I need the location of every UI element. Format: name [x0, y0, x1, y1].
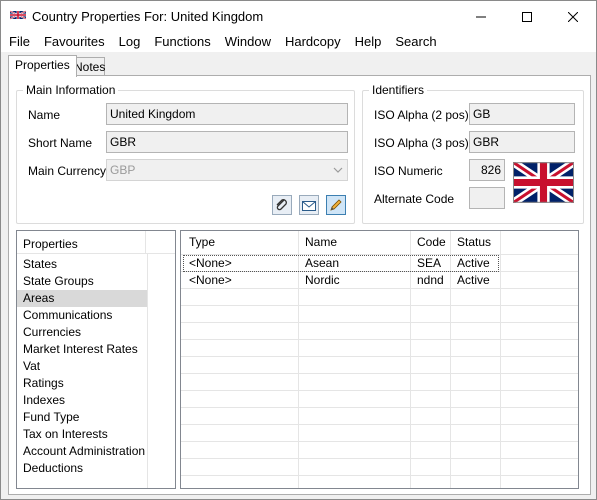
property-item-market-interest-rates[interactable]: Market Interest Rates: [17, 341, 147, 358]
main-information-group: Main Information Name United Kingdom Sho…: [16, 83, 355, 224]
row-divider: [181, 475, 578, 476]
property-item-deductions[interactable]: Deductions: [17, 460, 147, 477]
minimize-icon: [476, 16, 486, 17]
pencil-icon: [330, 199, 342, 211]
mail-button[interactable]: [299, 195, 319, 215]
property-item-areas[interactable]: Areas: [17, 290, 147, 307]
row-divider: [181, 373, 578, 374]
cell-type[interactable]: <None>: [185, 255, 232, 272]
row-divider: [181, 407, 578, 408]
menu-log[interactable]: Log: [112, 32, 148, 52]
iso-numeric-field[interactable]: 826: [469, 159, 505, 181]
cell-name[interactable]: Asean: [301, 255, 339, 272]
envelope-icon: [302, 201, 316, 211]
close-icon: [568, 11, 578, 22]
property-item-ratings[interactable]: Ratings: [17, 375, 147, 392]
column-header-name[interactable]: Name: [299, 231, 337, 253]
name-field[interactable]: United Kingdom: [106, 103, 348, 125]
chevron-down-icon: [333, 167, 343, 173]
column-header-status[interactable]: Status: [451, 231, 491, 253]
attach-button[interactable]: [272, 195, 292, 215]
properties-list: Properties States State Groups Areas Com…: [16, 230, 176, 489]
column-header-type[interactable]: Type: [183, 231, 215, 253]
properties-list-header: Properties: [23, 237, 78, 251]
cell-code[interactable]: SEA: [413, 255, 441, 272]
minimize-button[interactable]: [458, 1, 504, 32]
alternate-code-field[interactable]: [469, 187, 505, 209]
column-divider: [500, 231, 501, 488]
short-name-label: Short Name: [28, 136, 93, 150]
cell-status[interactable]: Active: [453, 255, 490, 272]
row-divider: [181, 356, 578, 357]
list-divider: [147, 253, 148, 488]
row-divider: [181, 305, 578, 306]
row-divider: [181, 390, 578, 391]
menu-help[interactable]: Help: [348, 32, 389, 52]
property-item-states[interactable]: States: [17, 256, 147, 273]
iso3-field[interactable]: GBR: [469, 131, 575, 153]
alternate-code-label: Alternate Code: [374, 192, 455, 206]
menu-bar: File Favourites Log Functions Window Har…: [1, 32, 596, 52]
menu-favourites[interactable]: Favourites: [37, 32, 112, 52]
menu-window[interactable]: Window: [218, 32, 278, 52]
row-divider: [181, 322, 578, 323]
property-item-currencies[interactable]: Currencies: [17, 324, 147, 341]
row-divider: [181, 441, 578, 442]
property-item-communications[interactable]: Communications: [17, 307, 147, 324]
menu-hardcopy[interactable]: Hardcopy: [278, 32, 348, 52]
properties-tab-panel: Main Information Name United Kingdom Sho…: [8, 75, 591, 495]
title-bar: Country Properties For: United Kingdom: [1, 1, 596, 32]
uk-flag-icon: [513, 162, 574, 203]
main-currency-label: Main Currency: [28, 164, 107, 178]
header-divider: [145, 231, 146, 253]
identifiers-group: Identifiers ISO Alpha (2 pos) GB ISO Alp…: [362, 83, 584, 224]
header-separator: [17, 253, 175, 254]
property-item-indexes[interactable]: Indexes: [17, 392, 147, 409]
row-divider: [181, 288, 578, 289]
menu-file[interactable]: File: [1, 32, 37, 52]
property-item-fund-type[interactable]: Fund Type: [17, 409, 147, 426]
maximize-icon: [522, 11, 532, 22]
main-currency-value: GBP: [110, 163, 136, 177]
main-currency-select[interactable]: GBP: [106, 159, 348, 181]
menu-search[interactable]: Search: [388, 32, 443, 52]
paperclip-icon: [276, 199, 287, 211]
row-divider: [181, 424, 578, 425]
short-name-field[interactable]: GBR: [106, 131, 348, 153]
cell-type[interactable]: <None>: [185, 272, 232, 289]
name-label: Name: [28, 108, 61, 122]
property-item-account-administration[interactable]: Account Administration: [17, 443, 147, 460]
edit-button[interactable]: [326, 195, 346, 215]
window-title: Country Properties For: United Kingdom: [32, 9, 264, 24]
iso3-label: ISO Alpha (3 pos): [374, 136, 469, 150]
maximize-button[interactable]: [504, 1, 550, 32]
iso2-label: ISO Alpha (2 pos): [374, 108, 469, 122]
row-divider: [181, 458, 578, 459]
iso2-field[interactable]: GB: [469, 103, 575, 125]
close-button[interactable]: [550, 1, 596, 32]
country-properties-window: Country Properties For: United Kingdom F…: [0, 0, 597, 500]
uk-flag-icon: [10, 10, 26, 20]
property-item-tax-on-interests[interactable]: Tax on Interests: [17, 426, 147, 443]
cell-name[interactable]: Nordic: [301, 272, 340, 289]
areas-grid: Type Name Code Status <None> Asean SEA A…: [180, 230, 579, 489]
iso-numeric-label: ISO Numeric: [374, 164, 443, 178]
menu-functions[interactable]: Functions: [147, 32, 217, 52]
identifiers-label: Identifiers: [369, 83, 428, 97]
cell-status[interactable]: Active: [453, 272, 490, 289]
property-item-vat[interactable]: Vat: [17, 358, 147, 375]
main-information-label: Main Information: [23, 83, 119, 97]
column-header-code[interactable]: Code: [411, 231, 446, 253]
cell-code[interactable]: ndnd: [413, 272, 444, 289]
property-item-state-groups[interactable]: State Groups: [17, 273, 147, 290]
tab-properties[interactable]: Properties: [8, 55, 77, 77]
row-divider: [181, 339, 578, 340]
